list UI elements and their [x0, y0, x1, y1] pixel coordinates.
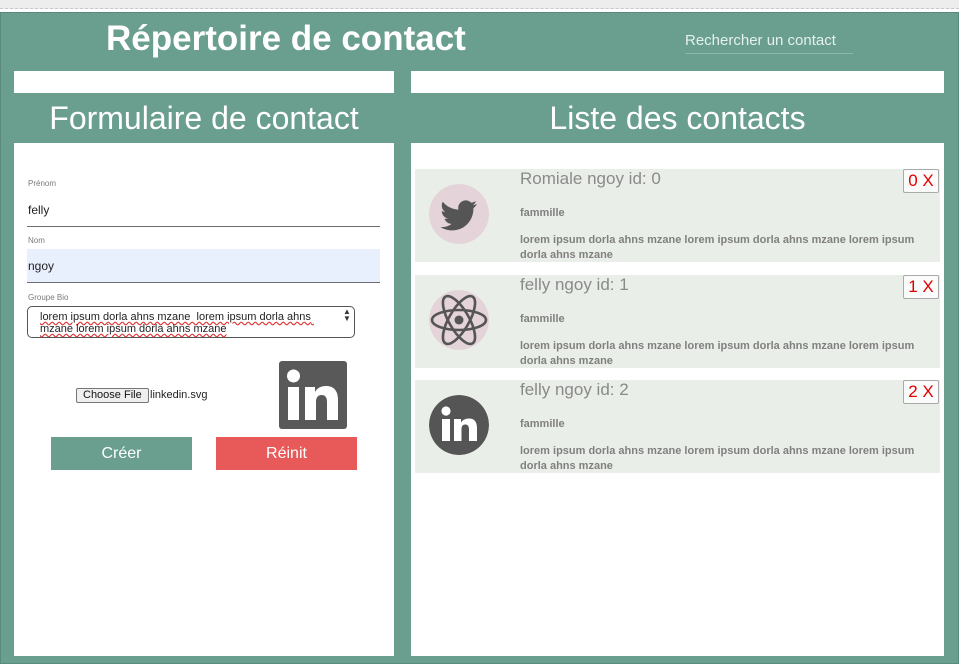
- bio-textarea[interactable]: lorem ipsum dorla ahns mzane lorem ipsum…: [27, 306, 355, 338]
- nom-field[interactable]: [27, 249, 380, 283]
- contact-card: felly ngoy id: 1 fammille lorem ipsum do…: [415, 275, 940, 368]
- app-container: Répertoire de contact Formulaire de cont…: [0, 12, 959, 664]
- contact-group: fammille: [520, 418, 565, 430]
- reset-button[interactable]: Réinit: [216, 437, 357, 470]
- file-name: linkedin.svg: [150, 389, 208, 401]
- contact-group: fammille: [520, 207, 565, 219]
- contact-name: felly ngoy id: 1: [520, 275, 629, 294]
- contact-name: Romiale ngoy id: 0: [520, 169, 661, 188]
- nom-label: Nom: [28, 236, 45, 245]
- browser-top-strip: [0, 0, 959, 9]
- choose-file-button[interactable]: Choose File: [76, 388, 149, 403]
- contact-list-panel: Liste des contacts Romiale ngoy id: 0 fa…: [411, 71, 944, 656]
- delete-contact-button[interactable]: 2 X: [903, 380, 939, 404]
- contact-card: felly ngoy id: 2 fammille lorem ipsum do…: [415, 380, 940, 473]
- search-input[interactable]: [685, 27, 853, 54]
- bio-label: Groupe Bio: [28, 293, 69, 302]
- contact-card: Romiale ngoy id: 0 fammille lorem ipsum …: [415, 169, 940, 262]
- app-title: Répertoire de contact: [106, 19, 466, 58]
- contact-form-panel: Formulaire de contact Prénom Nom Groupe …: [14, 71, 394, 656]
- delete-contact-button[interactable]: 0 X: [903, 169, 939, 193]
- linkedin-icon: [429, 395, 489, 455]
- contact-bio: lorem ipsum dorla ahns mzane lorem ipsum…: [520, 445, 915, 472]
- prenom-label: Prénom: [28, 179, 57, 188]
- prenom-field[interactable]: [27, 193, 380, 227]
- twitter-icon: [429, 184, 489, 244]
- contact-group: fammille: [520, 313, 565, 325]
- delete-contact-button[interactable]: 1 X: [903, 275, 939, 299]
- create-button[interactable]: Créer: [51, 437, 192, 470]
- linkedin-icon: [279, 361, 347, 429]
- form-heading: Formulaire de contact: [14, 93, 394, 143]
- textarea-spinner-icon[interactable]: ▲ ▼: [342, 308, 352, 323]
- contact-bio: lorem ipsum dorla ahns mzane lorem ipsum…: [520, 234, 915, 261]
- list-heading: Liste des contacts: [411, 93, 944, 143]
- react-icon: [429, 290, 489, 350]
- contact-bio: lorem ipsum dorla ahns mzane lorem ipsum…: [520, 340, 915, 367]
- contact-name: felly ngoy id: 2: [520, 380, 629, 399]
